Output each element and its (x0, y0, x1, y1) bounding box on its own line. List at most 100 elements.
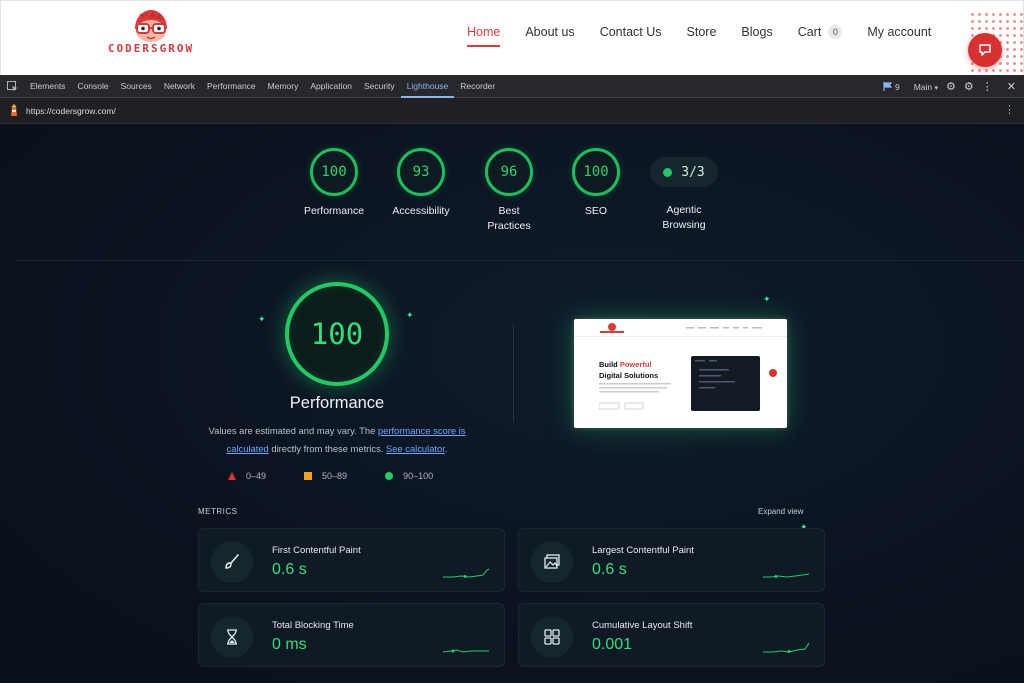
more-options-icon[interactable]: ⋮ (982, 80, 993, 93)
inspect-icon (6, 80, 17, 91)
thumbnail-code-window (691, 356, 760, 411)
vertical-divider (513, 324, 514, 422)
pass-dot-icon (663, 167, 673, 177)
nav-cart-label: Cart (797, 25, 822, 39)
score-seo[interactable]: 100 SEO (551, 148, 641, 219)
tab-performance[interactable]: Performance (201, 75, 262, 98)
tab-lighthouse[interactable]: Lighthouse (400, 75, 455, 98)
lighthouse-report: 100 Performance 93 Accessibility 96 Best… (0, 124, 1024, 683)
tab-elements[interactable]: Elements (24, 75, 71, 98)
score-best-practices[interactable]: 96 Best Practices (464, 148, 554, 234)
nav-home[interactable]: Home (467, 25, 501, 47)
performance-description: Values are estimated and may vary. The p… (197, 422, 477, 458)
metric-value: 0.001 (592, 636, 633, 653)
brush-icon (211, 541, 253, 583)
metric-sparkline (443, 568, 490, 578)
tab-sources[interactable]: Sources (115, 75, 158, 98)
sparkle-icon: ✦ (406, 310, 414, 320)
gear-icon[interactable]: ⚙ (946, 80, 956, 93)
lighthouse-icon (11, 104, 17, 116)
metric-sparkline (763, 573, 810, 578)
nav-store[interactable]: Store (687, 25, 717, 39)
site-logo[interactable]: CODERSGROW (95, 7, 207, 57)
metric-sparkline (763, 642, 810, 653)
headline-part: Build (599, 360, 620, 369)
logo-wordmark: CODERSGROW (107, 42, 195, 55)
sparkle-icon: ✦ (763, 294, 771, 304)
inspect-element-button[interactable] (0, 75, 24, 98)
score-gauge: 100 (572, 148, 620, 196)
nav-contact-us[interactable]: Contact Us (600, 25, 662, 39)
score-label: Accessibility (392, 205, 450, 217)
settings-gear-icon[interactable]: ⚙ (964, 80, 974, 93)
metric-first-contentful-paint[interactable]: First Contentful Paint 0.6 s (198, 528, 505, 592)
performance-gauge: 100 (285, 282, 389, 386)
metric-name: First Contentful Paint (272, 545, 361, 556)
issues-counter[interactable]: 9 (883, 82, 900, 92)
metric-name: Cumulative Layout Shift (592, 620, 693, 631)
metric-largest-contentful-paint[interactable]: Largest Contentful Paint 0.6 s (518, 528, 825, 592)
desc-text: directly from these metrics. (268, 443, 386, 454)
metric-value: 0 ms (272, 636, 307, 653)
nav-blogs[interactable]: Blogs (741, 25, 772, 39)
score-gauge: 96 (485, 148, 533, 196)
metrics-heading: METRICS (198, 507, 238, 516)
headline-part: Digital Solutions (599, 371, 659, 380)
desc-text: . (444, 443, 448, 454)
score-label: SEO (584, 205, 608, 217)
score-accessibility[interactable]: 93 Accessibility (376, 148, 466, 219)
thumbnail-header (574, 319, 787, 337)
tab-memory[interactable]: Memory (262, 75, 305, 98)
legend-average: 50–89 (304, 471, 347, 481)
tab-security[interactable]: Security (358, 75, 401, 98)
thumbnail-nav-graphic (600, 323, 762, 333)
hourglass-icon (211, 616, 253, 658)
chat-button[interactable] (968, 33, 1002, 67)
see-calculator-link[interactable]: See calculator (386, 443, 445, 454)
image-icon (531, 541, 573, 583)
metric-total-blocking-time[interactable]: Total Blocking Time 0 ms (198, 603, 505, 667)
logo-mascot-icon (135, 10, 167, 42)
chevron-down-icon: ▾ (934, 84, 939, 92)
chat-icon (979, 44, 991, 56)
score-label: Agentic Browsing (662, 204, 706, 231)
devtools-toolbar: Elements Console Sources Network Perform… (0, 75, 1024, 98)
thumbnail-chat-icon (769, 369, 777, 377)
thumbnail-text-lines (599, 383, 671, 410)
close-icon[interactable]: ✕ (1007, 80, 1016, 93)
tab-console[interactable]: Console (71, 75, 114, 98)
square-icon (304, 472, 313, 480)
code-lines-graphic (695, 360, 735, 389)
sparkle-icon: ✦ (258, 314, 266, 324)
metric-name: Largest Contentful Paint (592, 545, 694, 556)
legend-range: 90–100 (403, 471, 434, 481)
nav-my-account[interactable]: My account (867, 25, 931, 39)
agentic-score-value: 3/3 (681, 164, 705, 180)
main-nav: Home About us Contact Us Store Blogs Car… (467, 1, 956, 63)
issues-flag-icon (883, 82, 892, 91)
section-divider (15, 260, 1023, 261)
score-label: Performance (303, 205, 365, 217)
score-agentic-browsing[interactable]: 3/3 Agentic Browsing (639, 148, 729, 233)
nav-about-us[interactable]: About us (525, 25, 574, 39)
tab-network[interactable]: Network (158, 75, 201, 98)
target-select[interactable]: Main ▾ (914, 82, 938, 92)
expand-view-toggle[interactable]: Expand view (758, 507, 803, 516)
metric-value: 0.6 s (592, 561, 627, 578)
legend-range: 0–49 (246, 471, 267, 481)
devtools-right-controls: 9 Main ▾ ⚙ ⚙ ⋮ ✕ (883, 75, 1016, 98)
legend-pass: 90–100 (385, 471, 433, 481)
tab-recorder[interactable]: Recorder (454, 75, 501, 98)
score-gauge: 100 (310, 148, 358, 196)
site-header: CODERSGROW Home About us Contact Us Stor… (0, 0, 1024, 75)
metric-value: 0.6 s (272, 561, 307, 578)
nav-cart[interactable]: Cart 0 (798, 25, 843, 39)
page-screenshot-thumbnail[interactable]: Build Powerful Digital Solutions (574, 319, 787, 428)
report-menu-icon[interactable]: ⋮ (1004, 103, 1015, 116)
tab-application[interactable]: Application (304, 75, 358, 98)
metric-cumulative-layout-shift[interactable]: Cumulative Layout Shift 0.001 (518, 603, 825, 667)
desc-text: Values are estimated and may vary. The (208, 425, 378, 436)
score-performance[interactable]: 100 Performance (289, 148, 379, 219)
agentic-score-pill: 3/3 (650, 157, 718, 187)
audited-url: https://codersgrow.com/ (26, 105, 116, 116)
